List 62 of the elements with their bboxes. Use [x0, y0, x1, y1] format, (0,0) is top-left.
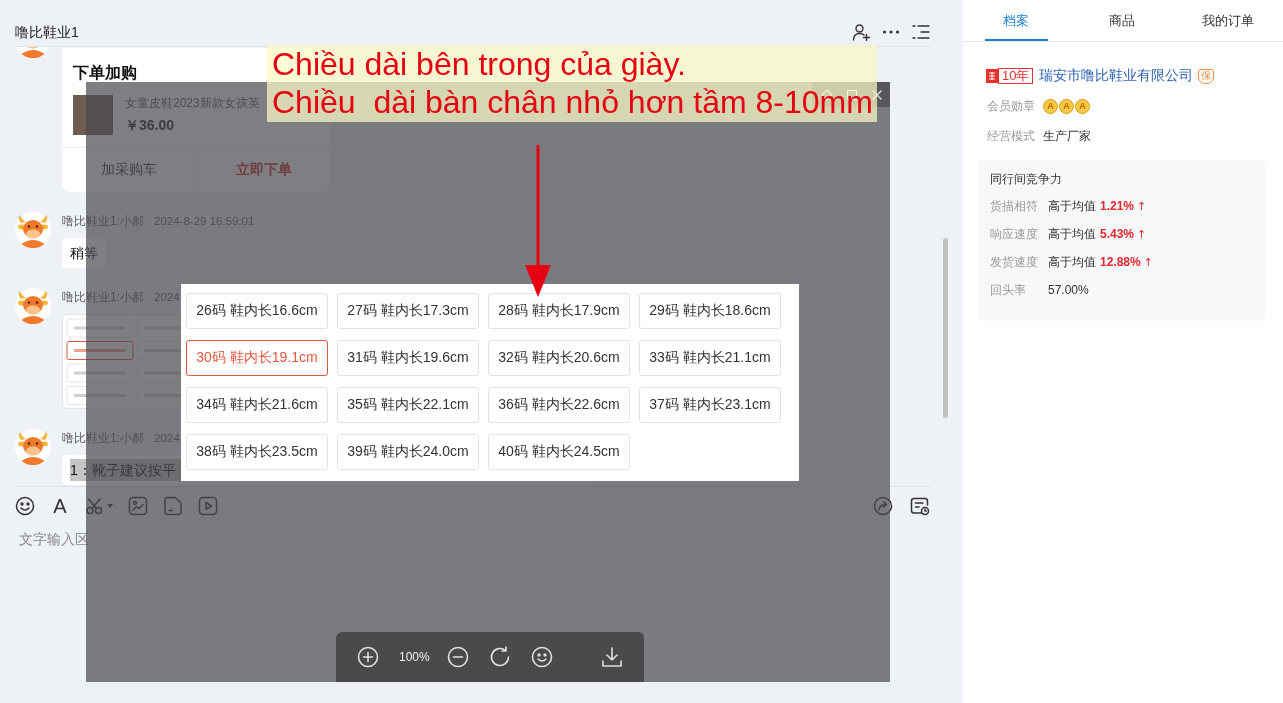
cow-avatar-icon	[15, 288, 51, 324]
size-option: 39码 鞋内长24.0cm	[337, 433, 479, 470]
card-title: 下单加购	[73, 63, 137, 83]
field-label: 会员勋章	[987, 97, 1035, 115]
guarantee-badge: 保	[1198, 68, 1215, 84]
company-name[interactable]: 瑞安市噜比鞋业有限公司	[1039, 67, 1194, 85]
chat-title: 噜比鞋业1	[15, 23, 79, 42]
scrollbar-thumb[interactable]	[943, 238, 948, 418]
product-price: ￥36.00	[125, 116, 175, 134]
metric-delta: 1.21%	[1100, 199, 1135, 213]
size-option: 36码 鞋内长22.6cm	[488, 386, 630, 423]
profile-tab[interactable]: 商品	[1090, 0, 1154, 41]
emoji-icon[interactable]	[15, 496, 35, 516]
metric-delta: 12.88%	[1100, 255, 1141, 269]
rotate-icon[interactable]	[489, 646, 511, 668]
metric-delta: 5.43%	[1100, 227, 1135, 241]
annotation-text: Chiều dài bàn chân nhỏ hơn tầm 8-10mm	[272, 83, 873, 121]
card-title: 同行间竞争力	[990, 171, 1063, 188]
zoom-out-icon[interactable]	[447, 646, 469, 668]
trend-arrow: ↑	[1137, 199, 1147, 213]
cow-avatar-icon	[15, 212, 51, 248]
zoom-in-icon[interactable]	[357, 646, 379, 668]
download-icon[interactable]	[601, 646, 623, 668]
medal-badge: A	[1075, 98, 1090, 114]
size-option: 28码 鞋内长17.9cm	[488, 292, 630, 329]
size-option: 37码 鞋内长23.1cm	[639, 386, 781, 423]
badge-icon	[986, 69, 998, 83]
size-option: 34码 鞋内长21.6cm	[186, 386, 328, 423]
profile-tab[interactable]: 我的订单	[1196, 0, 1260, 41]
size-option: 27码 鞋内长17.3cm	[337, 292, 479, 329]
metric-value: 高于均值	[1048, 197, 1096, 215]
chat-history-icon[interactable]	[910, 496, 930, 516]
size-option: 30码 鞋内长19.1cm	[186, 339, 328, 376]
menu-icon[interactable]	[912, 23, 930, 41]
trend-arrow: ↑	[1143, 255, 1153, 269]
field-label: 经营模式	[987, 127, 1035, 145]
profile-tab[interactable]: 档案	[984, 0, 1048, 41]
size-option: 29码 鞋内长18.6cm	[639, 292, 781, 329]
text-format-button[interactable]: A	[50, 496, 70, 516]
size-option: 35码 鞋内长22.1cm	[337, 386, 479, 423]
size-option: 26码 鞋内长16.6cm	[186, 292, 328, 329]
size-option: 38码 鞋内长23.5cm	[186, 433, 328, 470]
metric-value: 高于均值	[1048, 253, 1096, 271]
years-badge: 10年	[998, 68, 1034, 84]
add-user-icon[interactable]	[852, 23, 870, 41]
field-value: 生产厂家	[1043, 127, 1091, 145]
metric-value: 57.00%	[1048, 283, 1089, 297]
metric-value: 高于均值	[1048, 225, 1096, 243]
metric-label: 货描相符	[990, 197, 1038, 215]
size-option: 31码 鞋内长19.6cm	[337, 339, 479, 376]
medal-badge: A	[1043, 98, 1058, 114]
trend-arrow: ↑	[1137, 227, 1147, 241]
size-option: 32码 鞋内长20.6cm	[488, 339, 630, 376]
smile-icon[interactable]	[531, 646, 553, 668]
annotation-text: Chiều dài bên trong của giày.	[272, 45, 686, 83]
medal-badge: A	[1059, 98, 1074, 114]
cow-avatar-icon	[15, 429, 51, 465]
size-option: 40码 鞋内长24.5cm	[488, 433, 630, 470]
metric-label: 响应速度	[990, 225, 1038, 243]
size-option: 33码 鞋内长21.1cm	[639, 339, 781, 376]
metric-label: 回头率	[990, 281, 1027, 299]
metric-label: 发货速度	[990, 253, 1038, 271]
